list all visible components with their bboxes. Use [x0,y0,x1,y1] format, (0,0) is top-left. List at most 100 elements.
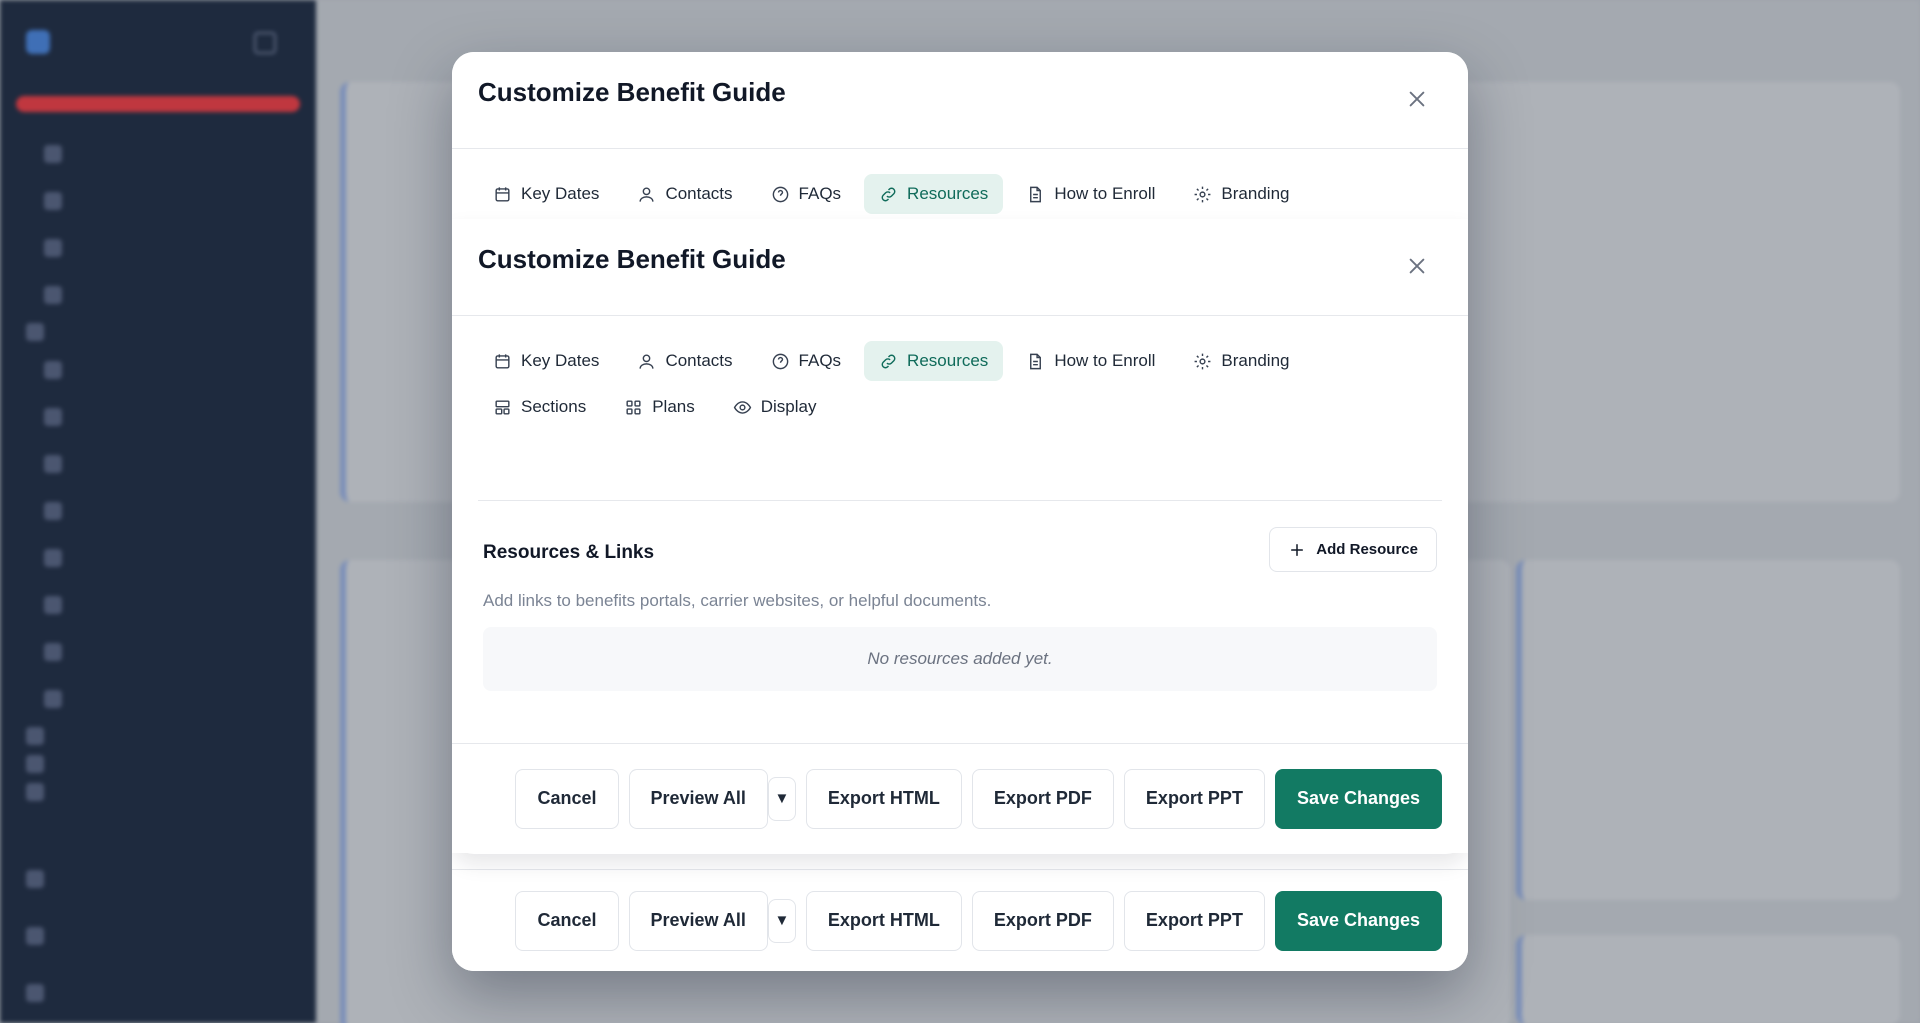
sidebar-item [0,271,316,318]
modal-footer: Cancel Preview All ▼ Export HTML Export … [452,743,1468,853]
calendar-icon [495,186,510,202]
sidebar-footer [0,850,316,1021]
export-html-button[interactable]: Export HTML [805,890,962,951]
tabs-divider [478,500,1442,501]
modal-header: Customize Benefit Guide [452,52,1468,149]
tab-label: Display [760,397,817,416]
gear-icon [1195,186,1211,202]
layout-icon [495,399,510,415]
tab-key-dates[interactable]: Key Dates [478,174,614,214]
add-resource-label: Add Resource [1316,541,1418,558]
modal-footer-ghost: Cancel Preview All ▼ Export HTML Export … [452,869,1468,971]
cancel-button[interactable]: Cancel [515,768,619,829]
tab-label: FAQs [798,351,842,370]
tab-resources[interactable]: Resources [864,174,1004,214]
sidebar-nav [0,130,316,806]
sidebar-item [0,534,316,581]
resources-heading: Resources & Links [483,542,655,563]
tab-branding[interactable]: Branding [1178,174,1304,214]
user-icon [639,186,654,202]
user-icon [639,353,654,369]
sidebar-item [0,130,316,177]
sidebar-item [0,675,316,722]
link-icon [881,187,896,201]
gear-icon [1195,353,1211,369]
sidebar-item [0,850,316,907]
sidebar-item [0,318,316,346]
tab-faqs[interactable]: FAQs [756,341,857,381]
tab-branding[interactable]: Branding [1178,341,1304,381]
tab-how-to-enroll[interactable]: How to Enroll [1011,341,1170,381]
sidebar-collapse-icon [254,32,276,54]
tab-label: Sections [521,397,587,416]
sidebar-item [0,778,316,806]
modal-title: Customize Benefit Guide [478,244,786,274]
sidebar-item [0,907,316,964]
save-changes-button[interactable]: Save Changes [1274,890,1442,951]
sidebar-item [0,487,316,534]
sidebar-item [0,722,316,750]
document-icon [1030,186,1042,202]
tab-display[interactable]: Display [718,387,832,427]
tab-plans[interactable]: Plans [609,387,710,427]
sidebar-item [0,440,316,487]
tab-label: How to Enroll [1054,351,1156,370]
sidebar-item [0,750,316,778]
save-changes-button[interactable]: Save Changes [1274,768,1442,829]
sidebar-item [0,224,316,271]
empty-state-text: No resources added yet. [867,649,1053,668]
sidebar-item [0,628,316,675]
modal-title: Customize Benefit Guide [478,77,786,107]
tab-how-to-enroll[interactable]: How to Enroll [1011,174,1170,214]
preview-dropdown-button[interactable]: ▼ [767,776,796,821]
tab-sections[interactable]: Sections [478,387,601,427]
help-circle-icon [772,353,788,369]
customize-benefit-guide-modal: Customize Benefit Guide Key Dates Contac… [452,52,1468,971]
preview-dropdown-button[interactable]: ▼ [767,898,796,943]
plus-icon [1291,543,1304,556]
close-icon[interactable] [1406,255,1428,277]
tab-label: Contacts [665,351,733,370]
resources-description: Add links to benefits portals, carrier w… [483,591,992,610]
export-pdf-button[interactable]: Export PDF [971,890,1114,951]
export-ppt-button[interactable]: Export PPT [1123,890,1265,951]
link-icon [881,354,896,368]
preview-all-button[interactable]: Preview All [628,768,768,829]
tab-label: Key Dates [521,351,600,370]
cancel-button[interactable]: Cancel [515,890,619,951]
tab-label: Resources [907,184,989,203]
sidebar [0,0,316,1023]
alert-bar [16,96,300,112]
sidebar-item [0,177,316,224]
tab-resources[interactable]: Resources [864,341,1004,381]
sidebar-item [0,346,316,393]
tab-key-dates[interactable]: Key Dates [478,341,614,381]
export-html-button[interactable]: Export HTML [805,768,962,829]
tab-faqs[interactable]: FAQs [756,174,857,214]
close-icon[interactable] [1406,88,1428,110]
preview-all-button[interactable]: Preview All [628,890,768,951]
sidebar-item [0,581,316,628]
resources-empty-state: No resources added yet. [483,627,1437,691]
app-logo [26,30,50,54]
tab-label: Key Dates [521,184,600,203]
sidebar-item [0,393,316,440]
tab-contacts[interactable]: Contacts [622,341,747,381]
background-card [1516,935,1900,1023]
tab-label: FAQs [798,184,842,203]
export-pdf-button[interactable]: Export PDF [971,768,1114,829]
grid-icon [626,399,641,415]
tab-contacts[interactable]: Contacts [622,174,747,214]
export-ppt-button[interactable]: Export PPT [1123,768,1265,829]
modal-content: Customize Benefit Guide Key Dates Contac… [452,219,1468,854]
tab-label: How to Enroll [1054,184,1156,203]
sidebar-item [0,964,316,1021]
background-card [1516,560,1900,900]
tab-label: Branding [1221,184,1290,203]
eye-icon [733,400,751,414]
modal-header: Customize Benefit Guide [452,219,1468,316]
document-icon [1030,353,1042,369]
tab-label: Branding [1221,351,1290,370]
help-circle-icon [772,186,788,202]
add-resource-button[interactable]: Add Resource [1269,527,1437,572]
